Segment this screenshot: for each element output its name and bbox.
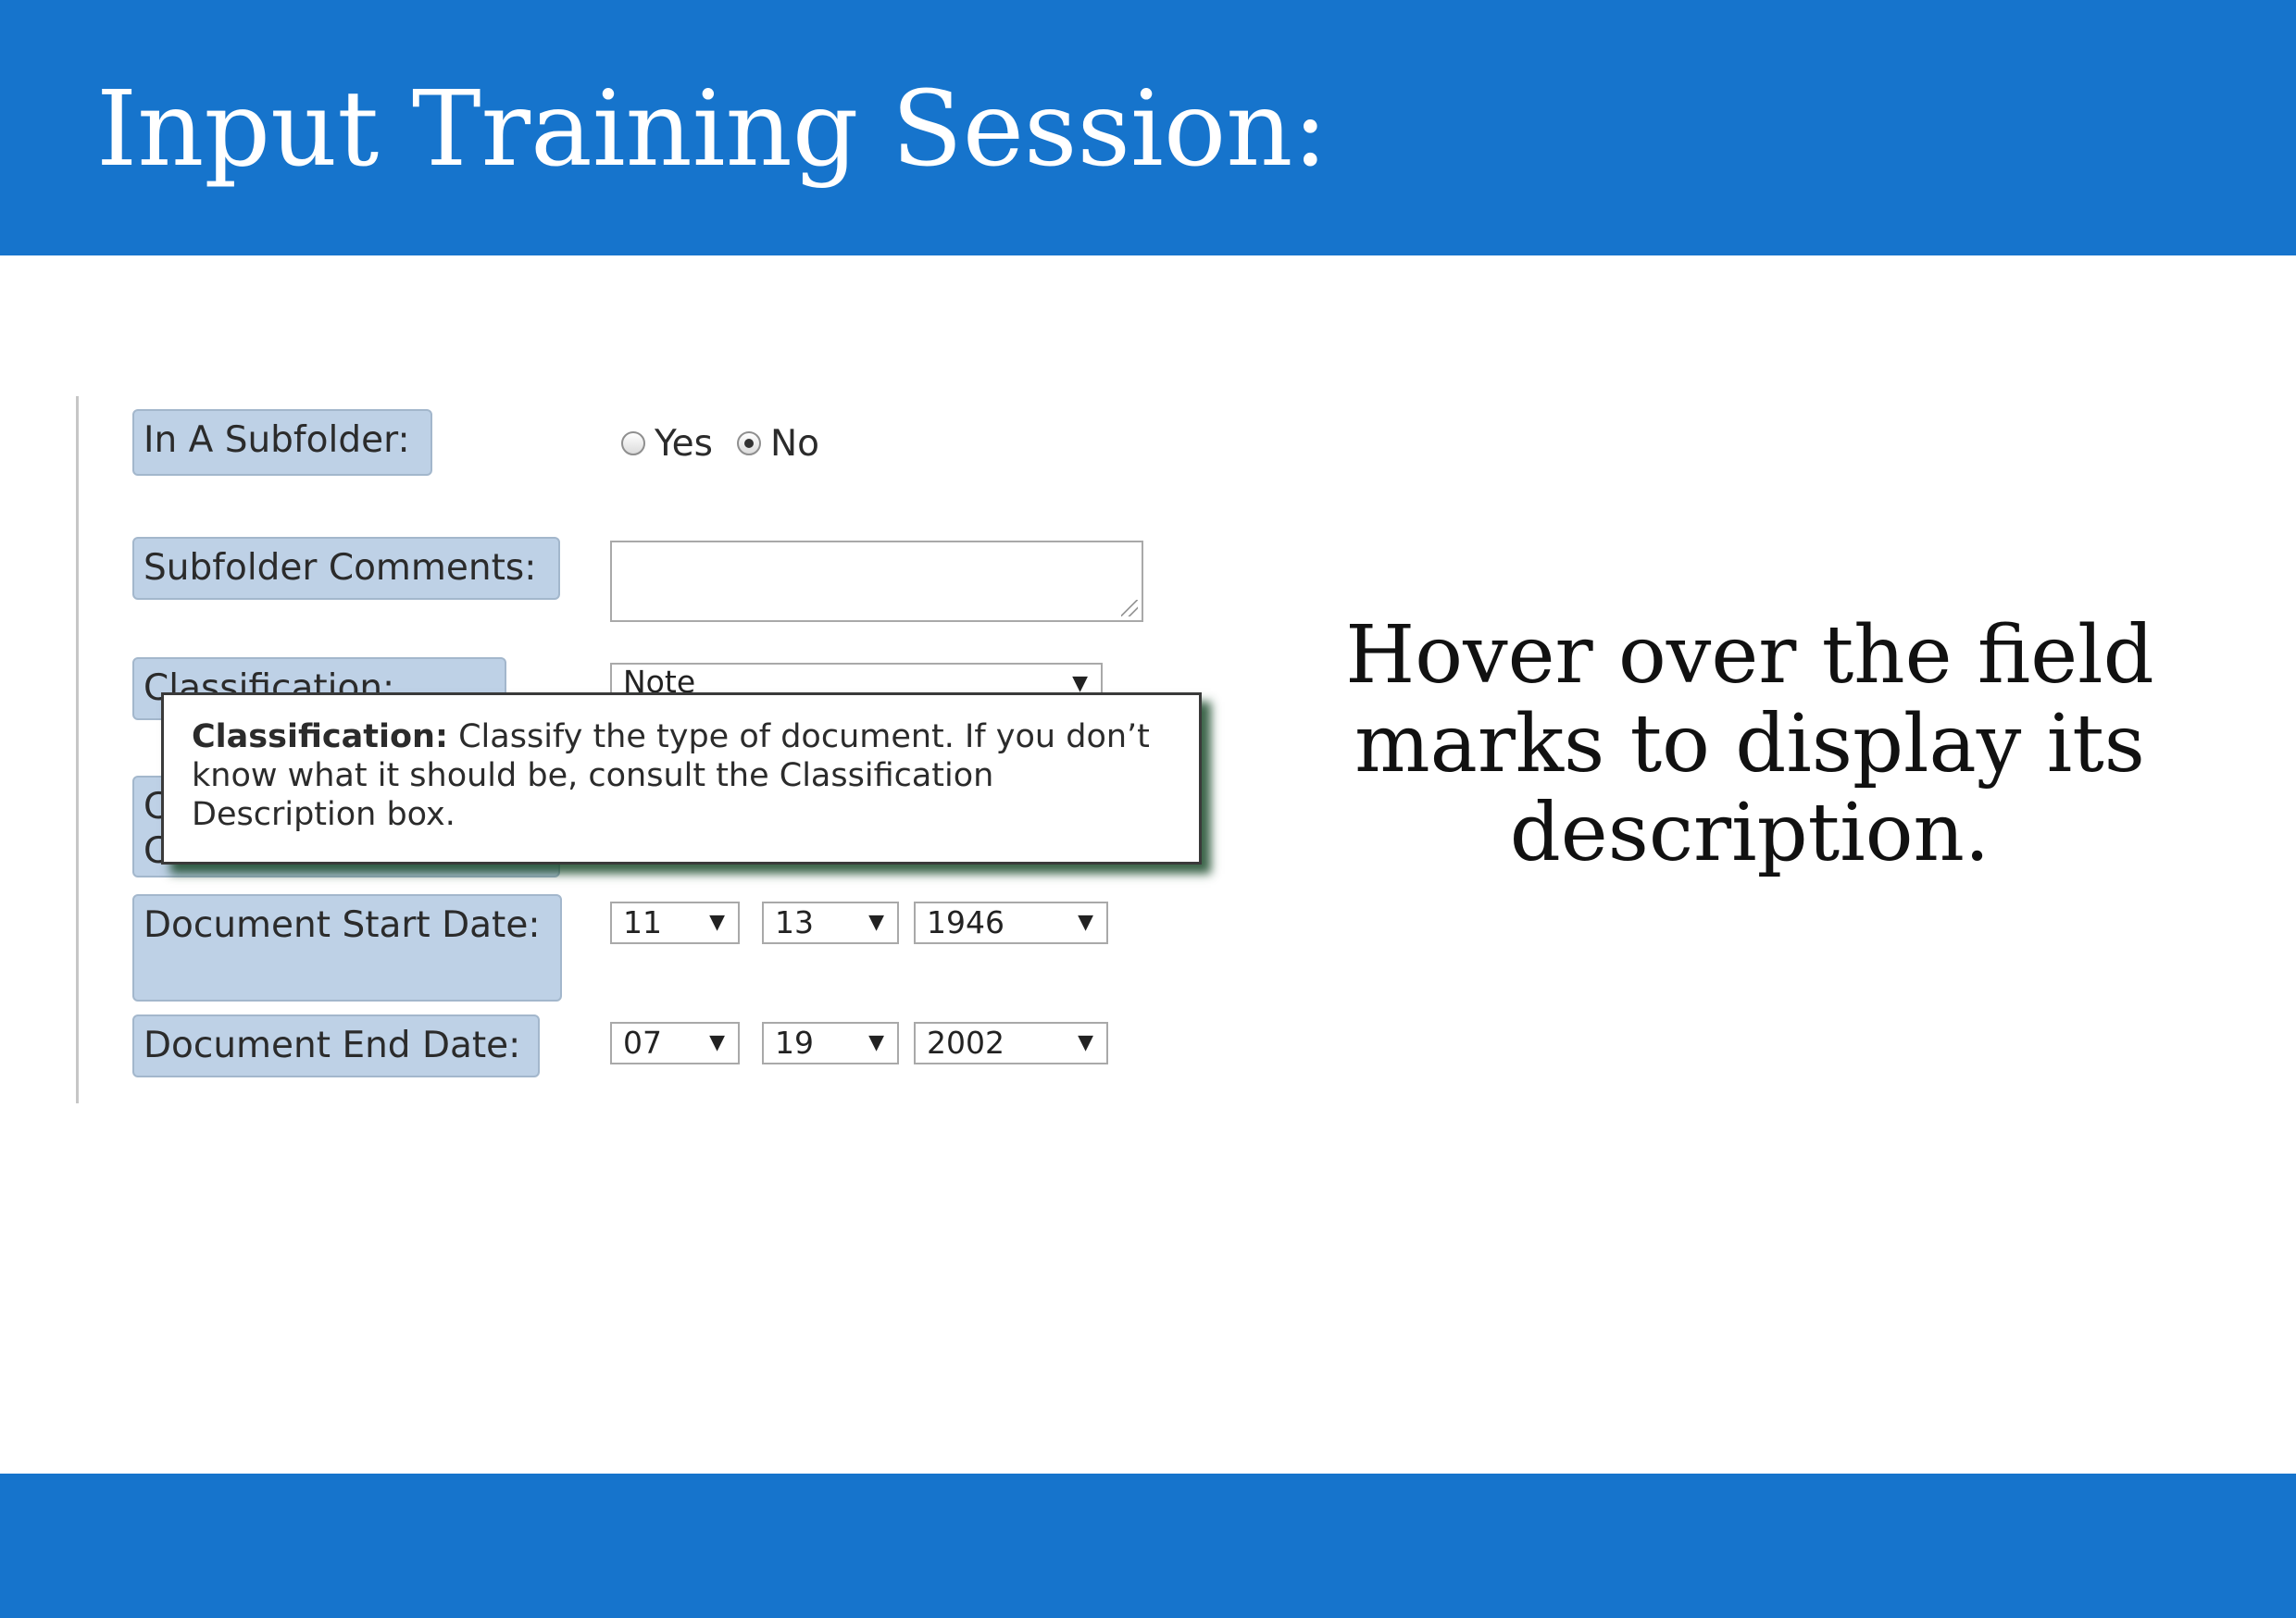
instruction-text: Hover over the field marks to display it…	[1345, 609, 2154, 879]
end-month-value: 07	[623, 1025, 662, 1061]
chevron-down-icon: ▼	[868, 1031, 884, 1054]
end-year-select[interactable]: 2002 ▼	[914, 1022, 1108, 1064]
start-day-value: 13	[775, 904, 814, 940]
radio-no-label[interactable]: No	[770, 423, 819, 465]
start-month-value: 11	[623, 904, 662, 940]
start-month-select[interactable]: 11 ▼	[610, 902, 740, 944]
tooltip-term: Classification:	[192, 718, 448, 755]
slide-title: Input Training Session:	[96, 69, 1329, 190]
in-subfolder-radio-group: Yes No	[621, 418, 843, 468]
radio-yes-label[interactable]: Yes	[655, 423, 713, 465]
end-year-value: 2002	[927, 1025, 1004, 1061]
chevron-down-icon: ▼	[709, 1031, 725, 1054]
classification-tooltip: Classification: Classify the type of doc…	[161, 692, 1202, 865]
end-month-select[interactable]: 07 ▼	[610, 1022, 740, 1064]
in-subfolder-label[interactable]: In A Subfolder:	[132, 409, 432, 476]
document-start-date-label[interactable]: Document Start Date:	[132, 894, 562, 1002]
radio-no[interactable]	[736, 431, 761, 455]
subfolder-comments-label[interactable]: Subfolder Comments:	[132, 537, 560, 600]
chevron-down-icon: ▼	[709, 911, 725, 934]
radio-yes[interactable]	[621, 431, 645, 455]
chevron-down-icon: ▼	[868, 911, 884, 934]
document-end-date-label[interactable]: Document End Date:	[132, 1014, 540, 1077]
start-day-select[interactable]: 13 ▼	[762, 902, 899, 944]
resize-grip-icon[interactable]	[1121, 600, 1138, 616]
subfolder-comments-input[interactable]	[610, 541, 1143, 622]
chevron-down-icon: ▼	[1078, 1031, 1093, 1054]
end-day-select[interactable]: 19 ▼	[762, 1022, 899, 1064]
chevron-down-icon: ▼	[1078, 911, 1093, 934]
top-banner: Input Training Session:	[0, 0, 2296, 255]
start-year-value: 1946	[927, 904, 1004, 940]
end-day-value: 19	[775, 1025, 814, 1061]
bottom-banner	[0, 1474, 2296, 1618]
start-year-select[interactable]: 1946 ▼	[914, 902, 1108, 944]
